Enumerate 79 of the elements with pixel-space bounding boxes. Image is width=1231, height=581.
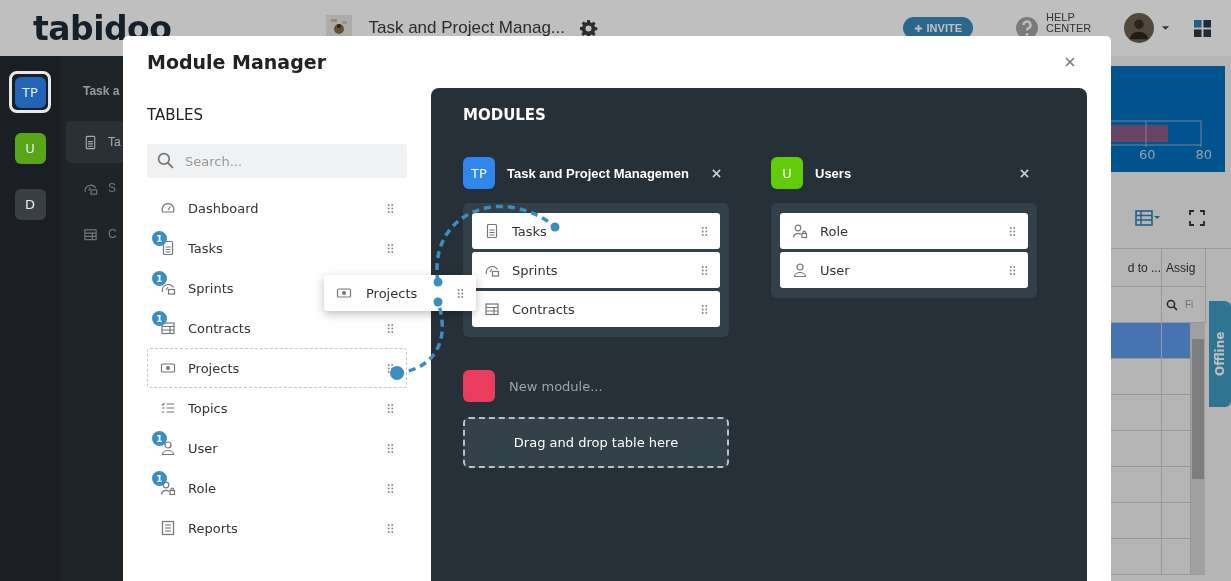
gauge-icon [160,200,176,216]
drag-handle-icon[interactable] [701,225,708,237]
apps-grid-icon[interactable] [1194,19,1211,37]
module-table-item[interactable]: Role [780,213,1028,249]
count-badge: 1 [152,231,167,246]
count-badge: 1 [152,311,167,326]
drag-handle-icon[interactable] [457,287,464,299]
drop-zone[interactable]: Drag and drop table here [463,417,729,468]
user-icon [160,440,176,456]
table-list-item[interactable]: Reports [147,508,407,548]
module-table-item[interactable]: Sprints [472,252,720,288]
dragged-table-item[interactable]: Projects [324,275,476,311]
document-icon [484,223,500,239]
document-icon [160,240,176,256]
drag-handle-icon[interactable] [387,482,394,494]
module-table-item[interactable]: Contracts [472,291,720,327]
sidebar-title: Task a [83,84,121,98]
workspace-button[interactable]: TP [14,76,46,108]
sidebar-item[interactable]: C [66,213,123,255]
dialog-title: Module Manager [147,51,327,73]
table-list-item[interactable]: 1 Contracts [147,308,407,348]
module-table-item[interactable]: User [780,252,1028,288]
column-header[interactable]: Assig [1162,249,1206,287]
new-module-field[interactable]: New module... [507,377,711,395]
search-icon [157,152,174,169]
checklist-icon [160,400,176,416]
drag-handle-icon[interactable] [701,303,708,315]
table-icon [160,320,176,336]
drag-handle-icon[interactable] [701,264,708,276]
table-list-item[interactable]: 1 Role [147,468,407,508]
module-table-item[interactable]: Tasks [472,213,720,249]
count-badge: 1 [152,431,167,446]
module-color-swatch[interactable] [463,370,495,402]
axis-tick-label: 60 [1139,147,1156,162]
drag-handle-icon[interactable] [387,242,394,254]
drag-handle-icon[interactable] [1009,225,1016,237]
table-list-item[interactable]: 1 Tasks [147,228,407,268]
app-title: Task and Project Manag... [368,18,565,38]
user-icon [792,262,808,278]
user-lock-icon [792,223,808,239]
module-initials: U [771,157,803,189]
help-center-link[interactable]: HELP CENTER [1046,12,1096,34]
close-icon[interactable] [1065,57,1075,67]
sidebar-item[interactable]: S [66,167,123,209]
modules-heading: MODULES [463,106,547,124]
fullscreen-icon[interactable] [1189,210,1205,226]
count-badge: 1 [152,471,167,486]
count-badge: 1 [152,271,167,286]
table-list-item[interactable]: Dashboard [147,188,407,228]
drag-handle-icon[interactable] [1009,264,1016,276]
drag-handle-icon[interactable] [387,402,394,414]
selected-row[interactable] [1111,323,1191,359]
axis-tick-label: 80 [1195,147,1213,162]
search-field[interactable]: Search... [147,144,407,178]
plus-icon [913,23,923,33]
report-icon [160,520,176,536]
module-name[interactable]: Users [815,165,1006,181]
workspace-button[interactable]: D [14,188,46,220]
settings-icon[interactable] [579,18,598,38]
table-icon [83,226,98,242]
banknote-icon [160,360,176,376]
module-name[interactable]: Task and Project Managemen [507,165,698,181]
table-view-icon[interactable] [1135,210,1161,226]
scrollbar[interactable] [1191,323,1205,575]
drag-handle-icon[interactable] [387,322,394,334]
drag-handle-icon[interactable] [387,442,394,454]
search-icon [1166,298,1178,311]
tables-heading: TABLES [147,106,204,124]
document-icon [83,134,98,150]
banknote-icon [336,285,352,301]
sidebar-item[interactable]: Ta [66,121,123,163]
module-initials: TP [463,157,495,189]
table-icon [484,301,500,317]
table-list-item[interactable]: 1 User [147,428,407,468]
drag-handle-icon[interactable] [387,522,394,534]
drag-handle-icon[interactable] [387,202,394,214]
caret-icon[interactable] [1161,25,1170,31]
avatar[interactable] [1124,13,1154,43]
table-list-item[interactable]: Topics [147,388,407,428]
